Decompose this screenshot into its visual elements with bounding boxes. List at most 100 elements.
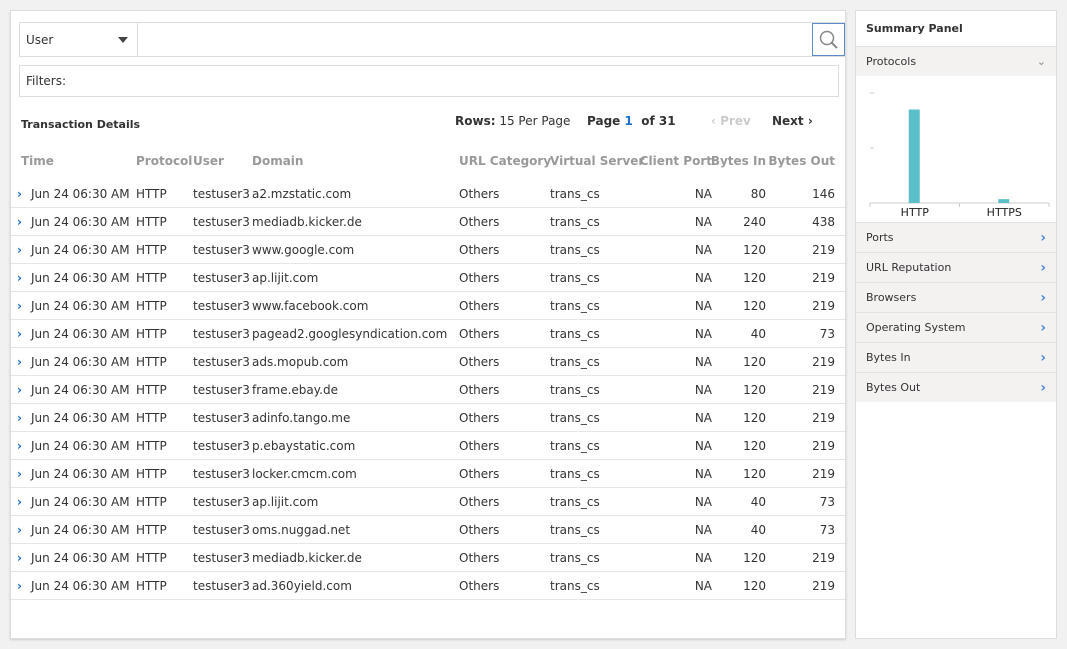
accordion-protocols[interactable]: Protocols ⌄ (856, 46, 1056, 76)
cell-url-category: Others (459, 215, 500, 229)
accordion-bytes-out[interactable]: Bytes Out › (856, 372, 1056, 402)
transactions-panel: User Filters: Transaction Details Rows: … (10, 10, 846, 639)
expand-chevron-icon[interactable]: › (17, 579, 22, 593)
table-row[interactable]: › Jun 24 06:30 AM HTTP testuser3 a2.mzstatic… (11, 180, 845, 208)
rows-value: 15 Per Page (499, 114, 571, 128)
search-input[interactable] (138, 23, 812, 56)
column-header[interactable]: Time (21, 154, 54, 168)
cell-client-port: NA (694, 579, 712, 593)
cell-bytes-in: 80 (750, 187, 766, 201)
chevron-right-icon: › (1040, 319, 1046, 336)
accordion-browsers[interactable]: Browsers › (856, 282, 1056, 312)
cell-url-category: Others (459, 495, 500, 509)
table-row[interactable]: › Jun 24 06:30 AM HTTP testuser3 adinfo.tang… (11, 404, 845, 432)
next-button[interactable]: Next › (772, 114, 813, 128)
cell-user: testuser3 (193, 383, 250, 397)
cell-user: testuser3 (193, 299, 250, 313)
accordion-ports[interactable]: Ports › (856, 222, 1056, 252)
cell-client-port: NA (694, 271, 712, 285)
expand-chevron-icon[interactable]: › (17, 551, 22, 565)
accordion-label: URL Reputation (866, 261, 952, 274)
summary-panel: Summary Panel Protocols ⌄ HTTP HTTPS Ports… (855, 10, 1057, 639)
cell-time: Jun 24 06:30 AM (31, 495, 130, 509)
expand-chevron-icon[interactable]: › (17, 187, 22, 201)
accordion-bytes-in[interactable]: Bytes In › (856, 342, 1056, 372)
expand-chevron-icon[interactable]: › (17, 299, 22, 313)
table-row[interactable]: › Jun 24 06:30 AM HTTP testuser3 mediadb.kic… (11, 544, 845, 572)
table-row[interactable]: › Jun 24 06:30 AM HTTP testuser3 ap.lijit.co… (11, 488, 845, 516)
table-row[interactable]: › Jun 24 06:30 AM HTTP testuser3 frame.ebay.… (11, 376, 845, 404)
table-row[interactable]: › Jun 24 06:30 AM HTTP testuser3 pagead2.goo… (11, 320, 845, 348)
table-row[interactable]: › Jun 24 06:30 AM HTTP testuser3 oms.nuggad.… (11, 516, 845, 544)
cell-virtual-server: trans_cs (550, 383, 600, 397)
cell-client-port: NA (694, 495, 712, 509)
column-header[interactable]: Virtual Server (550, 154, 644, 168)
cell-bytes-in: 40 (750, 495, 766, 509)
table-row[interactable]: › Jun 24 06:30 AM HTTP testuser3 ads.mopub.c… (11, 348, 845, 376)
column-header[interactable]: User (193, 154, 224, 168)
column-header[interactable]: Bytes Out (768, 154, 835, 168)
expand-chevron-icon[interactable]: › (17, 523, 22, 537)
accordion-label: Browsers (866, 291, 917, 304)
cell-user: testuser3 (193, 495, 250, 509)
cell-virtual-server: trans_cs (550, 299, 600, 313)
chevron-right-icon: › (1040, 379, 1046, 396)
expand-chevron-icon[interactable]: › (17, 327, 22, 341)
rows-label: Rows: (455, 114, 496, 128)
cell-url-category: Others (459, 271, 500, 285)
expand-chevron-icon[interactable]: › (17, 383, 22, 397)
rows-per-page[interactable]: Rows: 15 Per Page (455, 114, 570, 128)
table-row[interactable]: › Jun 24 06:30 AM HTTP testuser3 locker.cmcm… (11, 460, 845, 488)
expand-chevron-icon[interactable]: › (17, 467, 22, 481)
current-page: 1 (624, 114, 633, 128)
column-header[interactable]: URL Category (459, 154, 551, 168)
expand-chevron-icon[interactable]: › (17, 215, 22, 229)
expand-chevron-icon[interactable]: › (17, 411, 22, 425)
chevron-right-icon: › (1040, 349, 1046, 366)
table-row[interactable]: › Jun 24 06:30 AM HTTP testuser3 ad.360yield… (11, 572, 845, 600)
search-button[interactable] (812, 23, 845, 56)
cell-user: testuser3 (193, 579, 250, 593)
cell-user: testuser3 (193, 551, 250, 565)
expand-chevron-icon[interactable]: › (17, 243, 22, 257)
expand-chevron-icon[interactable]: › (17, 495, 22, 509)
prev-button[interactable]: ‹ Prev (711, 114, 751, 128)
column-header[interactable]: Protocol (136, 154, 192, 168)
expand-chevron-icon[interactable]: › (17, 439, 22, 453)
filters-box[interactable]: Filters: (19, 65, 839, 97)
table-row[interactable]: › Jun 24 06:30 AM HTTP testuser3 p.ebaystati… (11, 432, 845, 460)
table-row[interactable]: › Jun 24 06:30 AM HTTP testuser3 ap.lijit.co… (11, 264, 845, 292)
table-row[interactable]: › Jun 24 06:30 AM HTTP testuser3 www.google.… (11, 236, 845, 264)
table-row[interactable]: › Jun 24 06:30 AM HTTP testuser3 www.faceboo… (11, 292, 845, 320)
cell-bytes-in: 120 (743, 271, 766, 285)
summary-title: Summary Panel (866, 22, 963, 35)
expand-chevron-icon[interactable]: › (17, 271, 22, 285)
table-row[interactable]: › Jun 24 06:30 AM HTTP testuser3 mediadb.kic… (11, 208, 845, 236)
cell-domain: mediadb.kicker.de (252, 215, 362, 229)
chevron-right-icon: › (1040, 259, 1046, 276)
cell-client-port: NA (694, 299, 712, 313)
chevron-right-icon: › (1040, 229, 1046, 246)
cell-domain: www.facebook.com (252, 299, 369, 313)
cell-virtual-server: trans_cs (550, 439, 600, 453)
cell-virtual-server: trans_cs (550, 187, 600, 201)
bar-http (908, 109, 920, 203)
cell-protocol: HTTP (136, 243, 167, 257)
accordion-url-reputation[interactable]: URL Reputation › (856, 252, 1056, 282)
search-field-select[interactable]: User (20, 23, 138, 56)
cell-bytes-out: 219 (812, 271, 835, 285)
search-bar: User (19, 22, 846, 57)
accordion-label: Protocols (866, 55, 917, 68)
column-header[interactable]: Domain (252, 154, 303, 168)
column-header[interactable]: Client Port (640, 154, 712, 168)
cell-bytes-out: 219 (812, 243, 835, 257)
accordion-operating-system[interactable]: Operating System › (856, 312, 1056, 342)
cell-client-port: NA (694, 327, 712, 341)
cell-protocol: HTTP (136, 187, 167, 201)
column-header[interactable]: Bytes In (711, 154, 766, 168)
cell-time: Jun 24 06:30 AM (31, 467, 130, 481)
cell-virtual-server: trans_cs (550, 411, 600, 425)
expand-chevron-icon[interactable]: › (17, 355, 22, 369)
cell-protocol: HTTP (136, 439, 167, 453)
cell-virtual-server: trans_cs (550, 467, 600, 481)
